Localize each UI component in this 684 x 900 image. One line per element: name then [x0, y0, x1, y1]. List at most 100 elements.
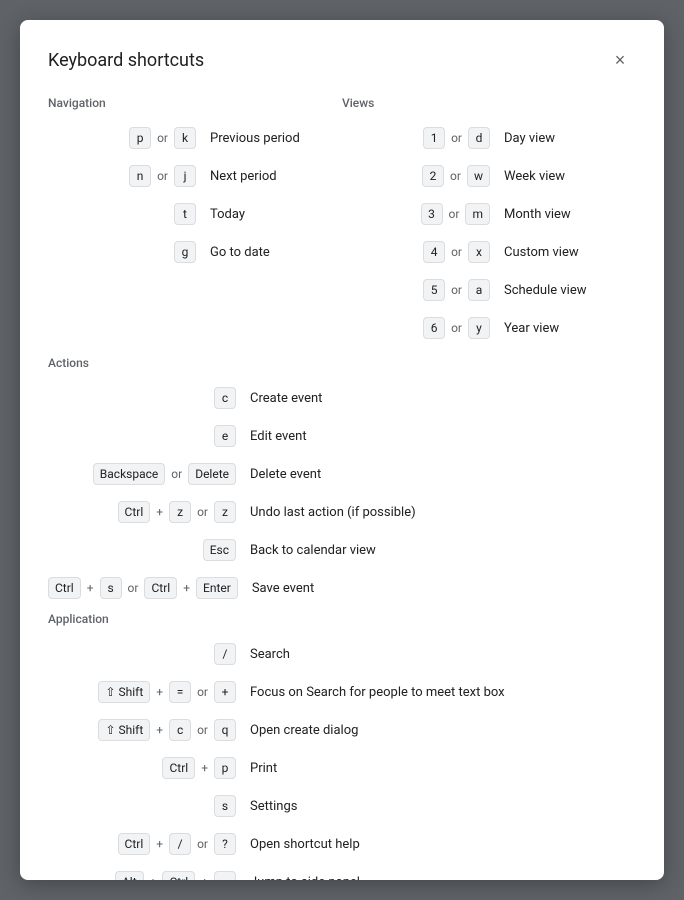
keyboard-shortcuts-modal: Keyboard shortcuts × Navigation p or k P… [20, 20, 664, 880]
key-ctrl: Ctrl [118, 501, 151, 523]
views-title: Views [342, 96, 636, 110]
plus-sign: + [183, 581, 190, 595]
key-k: k [174, 127, 196, 149]
shortcut-keys: ⇧ Shift + = or + [48, 681, 248, 703]
shortcut-keys: p or k [48, 127, 208, 149]
separator: or [451, 131, 462, 145]
shortcut-row: 1 or d Day view [342, 124, 636, 152]
plus-sign: + [156, 505, 163, 519]
shortcut-row: g Go to date [48, 238, 342, 266]
shortcut-row: n or j Next period [48, 162, 342, 190]
shortcut-row: e Edit event [48, 422, 636, 450]
key-question: ? [214, 833, 236, 855]
key-backspace: Backspace [93, 463, 165, 485]
shortcut-row: Esc Back to calendar view [48, 536, 636, 564]
separator: or [197, 837, 208, 851]
key-a: a [468, 279, 490, 301]
shortcut-row: Ctrl + z or z Undo last action (if possi… [48, 498, 636, 526]
key-g: g [174, 241, 196, 263]
key-z2: z [214, 501, 236, 523]
shortcut-keys: 1 or d [342, 127, 502, 149]
application-title: Application [48, 612, 636, 626]
plus-sign: + [156, 837, 163, 851]
shortcut-row: Alt + Ctrl + . Jump to side panel [48, 868, 636, 880]
separator: or [157, 131, 168, 145]
key-enter: Enter [196, 577, 238, 599]
shortcut-label: Go to date [208, 245, 270, 260]
key-slash2: / [169, 833, 191, 855]
key-ctrl6: Ctrl [162, 871, 195, 880]
shortcut-row: Ctrl + / or ? Open shortcut help [48, 830, 636, 858]
modal-title: Keyboard shortcuts [48, 50, 204, 71]
shortcut-row: 2 or w Week view [342, 162, 636, 190]
key-j: j [174, 165, 196, 187]
key-plus: + [214, 681, 236, 703]
key-ctrl4: Ctrl [162, 757, 195, 779]
key-ctrl2: Ctrl [48, 577, 81, 599]
shortcut-row: 5 or a Schedule view [342, 276, 636, 304]
key-6: 6 [423, 317, 445, 339]
shortcut-keys: 3 or m [342, 203, 502, 225]
shortcut-keys: 4 or x [342, 241, 502, 263]
shortcut-label: Back to calendar view [248, 543, 376, 558]
key-ctrl3: Ctrl [144, 577, 177, 599]
separator: or [451, 283, 462, 297]
shortcut-keys: Ctrl + s or Ctrl + Enter [48, 577, 250, 599]
key-w: w [467, 165, 490, 187]
shortcut-row: Ctrl + s or Ctrl + Enter Save event [48, 574, 636, 602]
key-3: 3 [421, 203, 443, 225]
shortcut-row: Ctrl + p Print [48, 754, 636, 782]
shortcut-keys: t [48, 203, 208, 225]
plus-sign: + [150, 875, 157, 880]
actions-title: Actions [48, 356, 636, 370]
close-button[interactable]: × [604, 44, 636, 76]
shortcut-keys: 6 or y [342, 317, 502, 339]
shortcut-label: Open shortcut help [248, 837, 360, 852]
shortcut-label: Settings [248, 799, 297, 814]
shortcut-keys: 2 or w [342, 165, 502, 187]
shortcut-keys: s [48, 795, 248, 817]
separator: or [171, 467, 182, 481]
key-n: n [129, 165, 151, 187]
nav-views-row: Navigation p or k Previous period n or j… [48, 96, 636, 352]
shortcut-label: Focus on Search for people to meet text … [248, 685, 505, 700]
key-s2: s [214, 795, 236, 817]
shortcut-keys: n or j [48, 165, 208, 187]
shortcut-row: ⇧ Shift + = or + Focus on Search for peo… [48, 678, 636, 706]
separator: or [197, 685, 208, 699]
key-esc: Esc [203, 539, 236, 561]
key-1: 1 [423, 127, 445, 149]
key-equals: = [169, 681, 191, 703]
shortcut-label: Undo last action (if possible) [248, 505, 416, 520]
shortcut-label: Search [248, 647, 290, 662]
shortcut-label: Jump to side panel [248, 875, 360, 881]
shortcut-keys: / [48, 643, 248, 665]
key-shift2: ⇧ Shift [98, 719, 150, 741]
shortcut-keys: Esc [48, 539, 248, 561]
shortcut-label: Save event [250, 581, 314, 596]
separator: or [450, 169, 461, 183]
key-e: e [214, 425, 236, 447]
separator: or [451, 321, 462, 335]
plus-sign: + [201, 761, 208, 775]
key-z: z [169, 501, 191, 523]
application-section: Application / Search ⇧ Shift + = or + Fo… [48, 612, 636, 880]
shortcut-keys: Ctrl + p [48, 757, 248, 779]
shortcut-keys: ⇧ Shift + c or q [48, 719, 248, 741]
key-p2: p [214, 757, 236, 779]
plus-sign: + [156, 723, 163, 737]
shortcut-keys: e [48, 425, 248, 447]
key-d: d [468, 127, 490, 149]
key-slash: / [214, 643, 236, 665]
modal-header: Keyboard shortcuts × [48, 44, 636, 76]
shortcut-keys: Ctrl + / or ? [48, 833, 248, 855]
actions-section: Actions c Create event e Edit event Back… [48, 356, 636, 602]
shortcut-label: Week view [502, 169, 565, 184]
shortcut-row: Backspace or Delete Delete event [48, 460, 636, 488]
key-q: q [214, 719, 236, 741]
shortcut-keys: 5 or a [342, 279, 502, 301]
shortcut-label: Open create dialog [248, 723, 358, 738]
key-s: s [100, 577, 122, 599]
shortcut-label: Print [248, 761, 277, 776]
separator: or [451, 245, 462, 259]
